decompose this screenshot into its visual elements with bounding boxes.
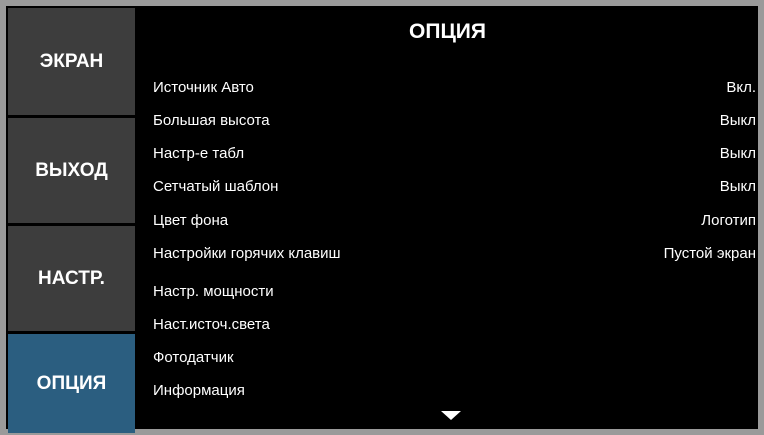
page-title: ОПЦИЯ <box>409 20 486 43</box>
tab-options[interactable]: ОПЦИЯ <box>8 334 135 433</box>
menu-item-table-setup[interactable]: Настр-е табл Выкл <box>153 141 756 167</box>
menu-item-label: Сетчатый шаблон <box>153 178 279 195</box>
menu-item-label: Источник Авто <box>153 79 254 96</box>
menu-item-label: Наст.источ.света <box>153 316 270 333</box>
tab-settings[interactable]: НАСТР. <box>8 226 135 331</box>
menu-item-auto-source[interactable]: Источник Авто Вкл. <box>153 75 756 101</box>
menu-item-hotkey-settings[interactable]: Настройки горячих клавиш Пустой экран <box>153 241 756 267</box>
tab-output[interactable]: ВЫХОД <box>8 118 135 223</box>
tab-output-label: ВЫХОД <box>35 159 108 181</box>
menu-item-high-altitude[interactable]: Большая высота Выкл <box>153 108 756 134</box>
menu-item-value: Пустой экран <box>663 245 756 262</box>
menu-item-value: Выкл <box>719 112 756 129</box>
menu-item-grid-pattern[interactable]: Сетчатый шаблон Выкл <box>153 174 756 200</box>
menu-item-value: Выкл <box>719 178 756 195</box>
menu-item-label: Большая высота <box>153 112 270 129</box>
menu-item-value: Вкл. <box>726 79 756 96</box>
menu-item-label: Настр-е табл <box>153 145 245 162</box>
tab-settings-label: НАСТР. <box>38 267 105 289</box>
menu-item-value: Логотип <box>701 212 756 229</box>
menu-item-light-sensor[interactable]: Фотодатчик <box>153 345 756 371</box>
tab-options-label: ОПЦИЯ <box>36 372 107 394</box>
menu-item-label: Настр. мощности <box>153 283 274 300</box>
menu-item-power-settings[interactable]: Настр. мощности <box>153 279 756 305</box>
menu-item-label: Настройки горячих клавиш <box>153 245 341 262</box>
menu-item-light-source-settings[interactable]: Наст.источ.света <box>153 312 756 338</box>
menu-item-label: Фотодатчик <box>153 349 234 366</box>
menu-item-information[interactable]: Информация <box>153 378 756 404</box>
sidebar: ЭКРАН ВЫХОД НАСТР. ОПЦИЯ <box>8 8 136 433</box>
options-panel: ОПЦИЯ Источник Авто Вкл. Большая высота … <box>137 6 758 429</box>
menu-item-label: Информация <box>153 382 245 399</box>
menu-item-label: Цвет фона <box>153 212 229 229</box>
menu-item-background-color[interactable]: Цвет фона Логотип <box>153 208 756 234</box>
tab-screen[interactable]: ЭКРАН <box>8 8 135 115</box>
menu-item-value: Выкл <box>719 145 756 162</box>
tab-screen-label: ЭКРАН <box>39 50 104 72</box>
scroll-down-arrow-icon[interactable] <box>441 411 461 420</box>
